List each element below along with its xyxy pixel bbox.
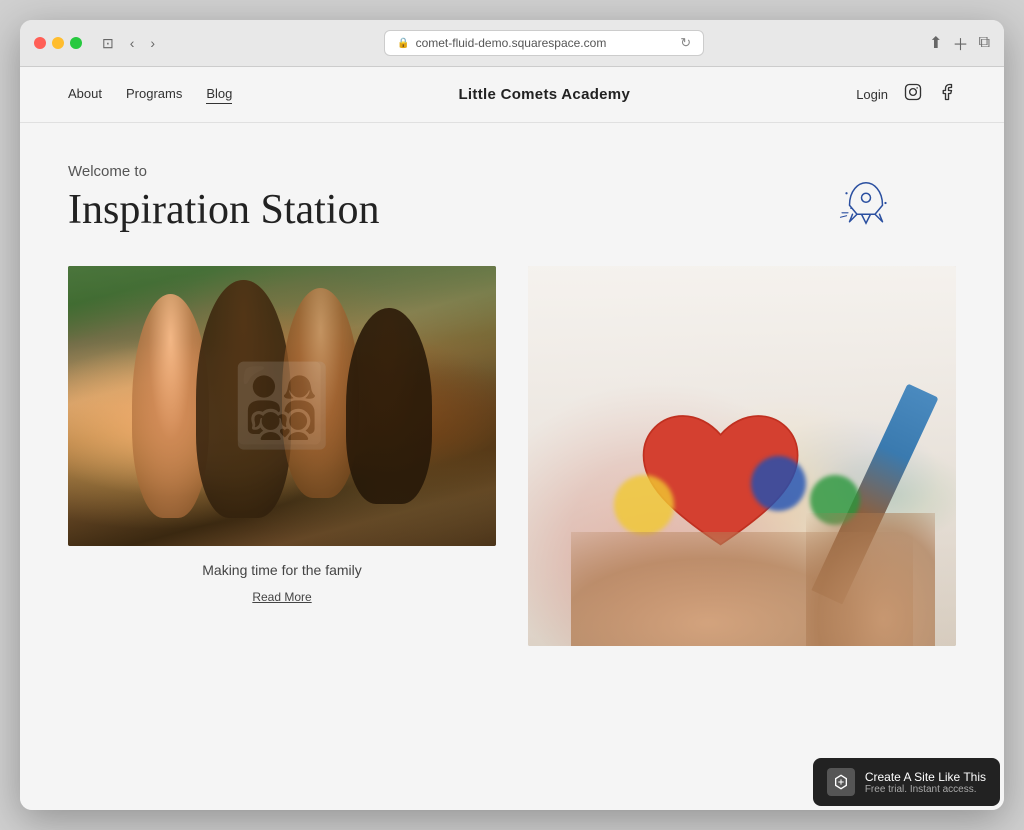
squarespace-banner-text: Create A Site Like This Free trial. Inst… [865,770,986,795]
post-caption-family: Making time for the family [68,562,496,578]
blog-posts-grid: Making time for the family Read More [68,266,956,646]
browser-window: ⊡ ‹ › 🔒 comet-fluid-demo.squarespace.com… [20,20,1004,810]
welcome-text: Welcome to [68,163,956,180]
site-main: Welcome to Inspiration Station [20,123,1004,810]
maximize-button[interactable] [70,37,82,49]
post-image-family[interactable] [68,266,496,546]
rocket-icon [836,173,896,238]
browser-action-buttons: ⬆ ＋ ⧉ [929,31,990,55]
squarespace-banner[interactable]: Create A Site Like This Free trial. Inst… [813,758,1000,806]
website-content: About Programs Blog Little Comets Academ… [20,67,1004,810]
blog-title: Inspiration Station [68,186,956,234]
tabs-button[interactable]: ⧉ [979,34,990,52]
site-header: About Programs Blog Little Comets Academ… [20,67,1004,123]
login-link[interactable]: Login [856,87,888,102]
nav-blog[interactable]: Blog [206,86,232,104]
blog-post-card-family: Making time for the family Read More [68,266,496,646]
instagram-icon[interactable] [904,83,922,106]
blog-header: Welcome to Inspiration Station [68,163,956,234]
site-header-right: Login [856,83,956,106]
browser-chrome: ⊡ ‹ › 🔒 comet-fluid-demo.squarespace.com… [20,20,1004,67]
forward-button[interactable]: › [146,33,159,53]
address-bar-container: 🔒 comet-fluid-demo.squarespace.com ↻ [171,30,917,56]
blog-post-card-art [528,266,956,646]
post-image-art[interactable] [528,266,956,646]
site-nav: About Programs Blog [68,86,232,104]
new-tab-button[interactable]: ＋ [953,31,969,55]
address-bar[interactable]: 🔒 comet-fluid-demo.squarespace.com ↻ [384,30,704,56]
window-controls: ⊡ ‹ › [98,33,159,54]
squarespace-sub-text: Free trial. Instant access. [865,784,986,795]
art-photo [528,266,956,646]
refresh-icon[interactable]: ↻ [680,35,691,51]
share-button[interactable]: ⬆ [929,33,942,53]
sidebar-toggle-button[interactable]: ⊡ [98,33,118,54]
squarespace-logo [827,768,855,796]
nav-programs[interactable]: Programs [126,86,182,104]
squarespace-main-text: Create A Site Like This [865,770,986,784]
back-button[interactable]: ‹ [126,33,139,53]
address-text: comet-fluid-demo.squarespace.com [416,36,607,50]
read-more-family[interactable]: Read More [252,590,311,604]
close-button[interactable] [34,37,46,49]
minimize-button[interactable] [52,37,64,49]
site-title: Little Comets Academy [458,86,630,103]
post-meta-family: Making time for the family Read More [68,546,496,614]
lock-icon: 🔒 [397,38,409,49]
facebook-icon[interactable] [938,83,956,106]
family-photo [68,266,496,546]
nav-about[interactable]: About [68,86,102,104]
traffic-lights [34,37,82,49]
